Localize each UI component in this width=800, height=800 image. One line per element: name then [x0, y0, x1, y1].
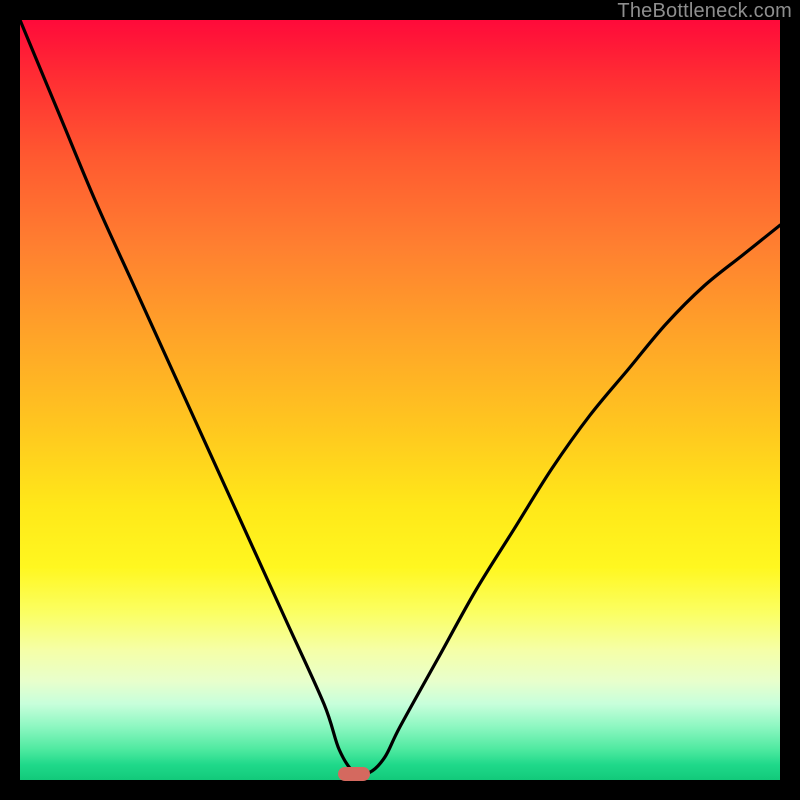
chart-frame: TheBottleneck.com [0, 0, 800, 800]
bottleneck-curve [20, 20, 780, 780]
watermark-text: TheBottleneck.com [617, 0, 792, 23]
plot-area [20, 20, 780, 780]
optimal-point-marker [338, 767, 370, 781]
